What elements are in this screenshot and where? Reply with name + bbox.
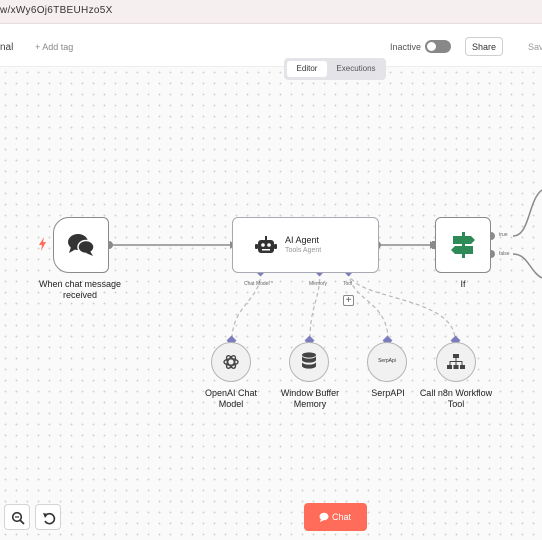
serpapi-label: SerpAPI: [371, 388, 405, 398]
port-label-memory: Memory: [309, 281, 328, 287]
connection-true: [512, 189, 542, 237]
reset-zoom-button[interactable]: [35, 504, 61, 530]
openai-icon: [223, 355, 239, 369]
call-n8n-workflow-tool-label: Call n8n Workflow Tool: [419, 388, 493, 409]
openai-chat-model-node[interactable]: [211, 342, 251, 382]
sitemap-icon: [447, 354, 465, 369]
connection-false: [512, 253, 542, 279]
ai-agent-subtitle: Tools Agent: [285, 247, 322, 254]
port-label-chat-model: Chat Model *: [244, 281, 273, 287]
ai-agent-node[interactable]: AI Agent Tools Agent: [232, 217, 379, 273]
if-true-label: true: [499, 232, 508, 238]
call-n8n-workflow-tool-node[interactable]: [436, 342, 476, 382]
if-false-label: false: [499, 251, 510, 257]
serpapi-node[interactable]: SerpApi: [367, 342, 407, 382]
undo-icon: [43, 512, 56, 525]
chat-bubble-icon: [319, 512, 329, 522]
chat-button-label: Chat: [332, 512, 352, 522]
if-node[interactable]: [435, 217, 491, 273]
trigger-bolt-icon: [39, 237, 46, 251]
ai-agent-title: AI Agent: [285, 235, 320, 245]
window-buffer-memory-node[interactable]: [289, 342, 329, 382]
window-buffer-memory-label: Window Buffer Memory: [280, 388, 340, 409]
connector-tool-n8n: [348, 271, 456, 341]
add-tool-button[interactable]: +: [343, 295, 354, 306]
port-label-tool: Tool: [343, 281, 353, 287]
if-node-label: If: [460, 279, 466, 289]
signpost-icon: [451, 232, 475, 258]
trigger-node-label: When chat message received: [38, 279, 122, 300]
connector-tool-serpapi: [348, 271, 389, 341]
chat-bubbles-icon: [68, 234, 95, 256]
trigger-node[interactable]: [53, 217, 109, 273]
zoom-in-icon: [11, 511, 25, 525]
chat-button[interactable]: Chat: [304, 503, 367, 531]
robot-icon: [255, 236, 277, 253]
database-icon: [302, 352, 316, 369]
zoom-in-button[interactable]: [4, 504, 30, 530]
openai-chat-model-label: OpenAI Chat Model: [204, 388, 258, 409]
serpapi-icon-text: SerpApi: [378, 358, 396, 364]
